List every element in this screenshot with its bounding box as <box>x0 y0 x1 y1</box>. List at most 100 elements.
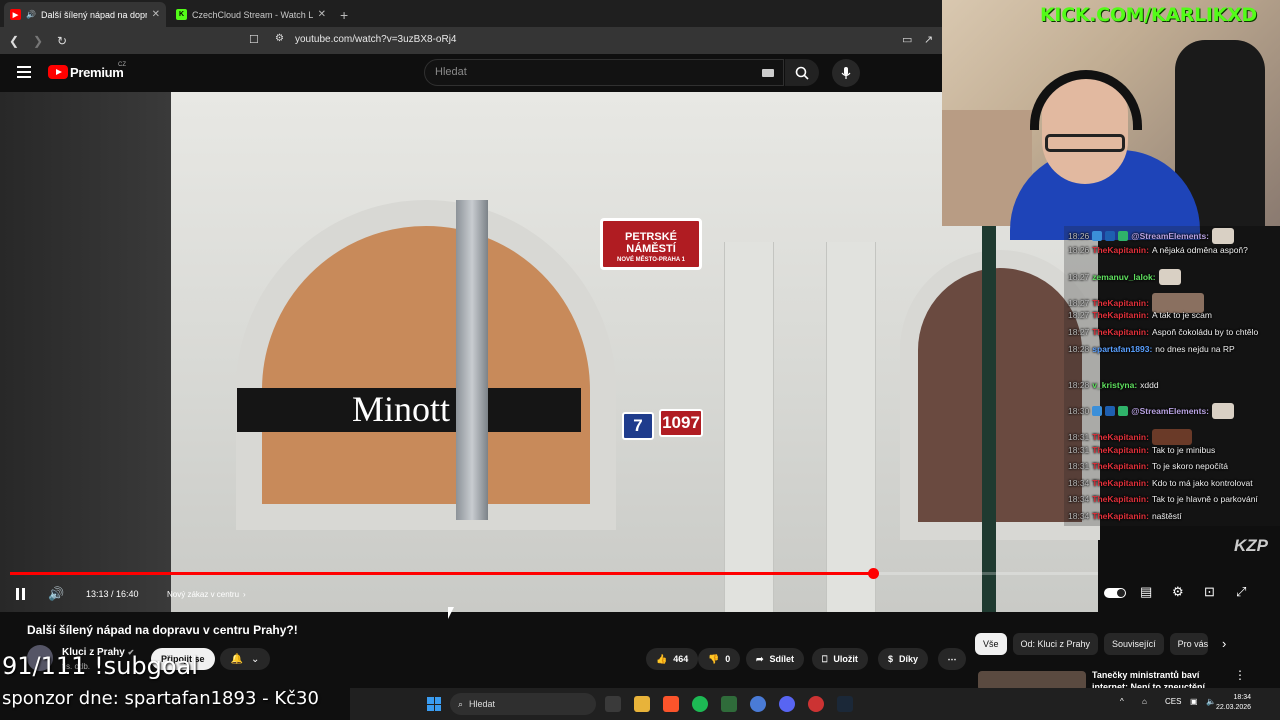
chip-all[interactable]: Vše <box>975 633 1007 655</box>
menu-icon[interactable] <box>17 66 31 81</box>
more-options-icon[interactable]: ⋮ <box>1234 668 1246 682</box>
settings-icon[interactable]: ⚙ <box>1172 584 1184 600</box>
chat-text: xddd <box>1140 380 1159 390</box>
chapter-button[interactable]: Nový zákaz v centru › <box>167 585 246 603</box>
input-language[interactable]: CES <box>1165 697 1181 706</box>
miniplayer-icon[interactable]: ⊡ <box>1204 584 1215 600</box>
chevron-right-icon[interactable]: › <box>1222 636 1226 651</box>
youtube-premium-brand[interactable]: Premium <box>70 65 124 80</box>
chat-message: 18:34 TheKapitanin: Tak to je hlavně o par… <box>1068 494 1258 504</box>
thanks-button[interactable]: $ Díky <box>878 648 929 670</box>
speaker-icon[interactable]: 🔈 <box>1206 697 1216 706</box>
seek-bar[interactable] <box>10 568 1098 579</box>
share-arrow-icon: ➦ <box>756 653 764 664</box>
tray-app-icon[interactable]: ⌂ <box>1142 697 1147 706</box>
brave-browser-icon[interactable] <box>663 696 679 712</box>
chat-text: A nějaká odměna aspoň? <box>1151 245 1248 255</box>
search-input[interactable] <box>435 66 735 78</box>
fullscreen-icon[interactable]: ⤢ <box>1236 584 1246 600</box>
chat-username[interactable]: TheKapitanin: <box>1092 310 1149 320</box>
tab-kick[interactable]: K CzechCloud Stream - Watch Live on Kick… <box>170 2 332 27</box>
share-icon[interactable]: ↗ <box>924 33 933 46</box>
windows-start-icon[interactable] <box>427 697 441 711</box>
steam-icon[interactable] <box>837 696 853 712</box>
pause-button[interactable] <box>14 585 26 603</box>
seek-handle[interactable] <box>867 568 879 579</box>
chat-username[interactable]: TheKapitanin: <box>1092 432 1149 442</box>
share-button[interactable]: ➦ Sdílet <box>746 648 805 670</box>
chip-for-you[interactable]: Pro vás <box>1169 633 1208 655</box>
back-icon[interactable]: ❮ <box>4 34 24 48</box>
chip-from-channel[interactable]: Od: Kluci z Prahy <box>1012 633 1099 655</box>
chip-related[interactable]: Související <box>1104 633 1164 655</box>
chat-username[interactable]: TheKapitanin: <box>1092 245 1149 255</box>
chat-username[interactable]: @StreamElements: <box>1131 406 1209 416</box>
search-button[interactable] <box>785 59 819 86</box>
mouse-cursor <box>448 607 454 619</box>
url-field[interactable]: youtube.com/watch?v=3uzBX8-oRj4 <box>295 34 456 45</box>
file-explorer-icon[interactable] <box>634 696 650 712</box>
related-filter-chips: Vše Od: Kluci z Prahy Související Pro vá… <box>975 633 1208 655</box>
chat-username[interactable]: spartafan1893: <box>1092 344 1152 354</box>
chat-timestamp: 18:27 <box>1068 310 1090 320</box>
chat-username[interactable]: TheKapitanin: <box>1092 327 1149 337</box>
street-lamp <box>982 226 996 612</box>
chat-message: 18:31 TheKapitanin: <box>1068 429 1192 445</box>
chat-timestamp: 18:34 <box>1068 478 1090 488</box>
site-info-icon[interactable]: ⚙ <box>275 33 284 44</box>
chat-username[interactable]: @StreamElements: <box>1131 231 1209 241</box>
subtitles-icon[interactable]: ▤ <box>1140 584 1152 600</box>
chat-text: Kdo to má jako kontrolovat <box>1151 478 1253 488</box>
chat-username[interactable]: v_kristyna: <box>1092 380 1137 390</box>
discord-icon[interactable] <box>779 696 795 712</box>
chat-username[interactable]: TheKapitanin: <box>1092 494 1149 504</box>
chat-username[interactable]: TheKapitanin: <box>1092 445 1149 455</box>
spotify-icon[interactable] <box>692 696 708 712</box>
close-tab-icon[interactable]: ✕ <box>318 9 326 20</box>
chat-timestamp: 18:26 <box>1068 245 1090 255</box>
youtube-favicon-icon: ▶ <box>10 9 21 20</box>
like-button[interactable]: 👍 464 <box>646 648 699 670</box>
autoplay-toggle[interactable] <box>1104 588 1126 598</box>
chat-message: 18:27 TheKapitanin: Aspoň čokoládu by to c… <box>1068 327 1258 337</box>
cast-icon[interactable]: ▭ <box>902 33 912 46</box>
volume-icon[interactable]: 🔊 <box>48 585 64 603</box>
chat-username[interactable]: TheKapitanin: <box>1092 461 1149 471</box>
screen: ▶ 🔊 Další šílený nápad na dopravu ✕ K Cz… <box>0 0 1280 720</box>
search-icon <box>795 66 809 80</box>
chat-message: 18:31 TheKapitanin: To je skoro nepočítá <box>1068 461 1228 471</box>
voice-search-button[interactable] <box>832 59 860 87</box>
bookmark-icon[interactable]: ☐ <box>249 33 259 46</box>
reload-icon[interactable]: ↻ <box>52 34 72 48</box>
chat-text: naštěstí <box>1151 511 1182 521</box>
taskbar-clock[interactable]: 18:34 22.03.2026 <box>1216 693 1251 713</box>
task-view-icon[interactable] <box>605 696 621 712</box>
youtube-logo-icon[interactable] <box>48 65 68 79</box>
chat-badge-icon <box>1092 406 1103 416</box>
chat-message: 18:30 @StreamElements: <box>1068 403 1235 419</box>
chat-username[interactable]: TheKapitanin: <box>1092 478 1149 488</box>
chat-timestamp: 18:26 <box>1068 231 1090 241</box>
tray-chevron-icon[interactable]: ^ <box>1120 697 1124 706</box>
tab-youtube[interactable]: ▶ 🔊 Další šílený nápad na dopravu ✕ <box>4 2 166 27</box>
chat-username[interactable]: TheKapitanin: <box>1092 511 1149 521</box>
forward-icon[interactable]: ❯ <box>28 34 48 48</box>
tab-title: CzechCloud Stream - Watch Live on Kick <box>192 9 313 20</box>
notifications-button[interactable]: 🔔 ⌄ <box>220 648 270 670</box>
chat-timestamp: 18:30 <box>1068 406 1090 416</box>
taskbar-search[interactable]: ⌕ Hledat <box>450 693 596 715</box>
microphone-icon <box>841 67 851 79</box>
app-icon[interactable] <box>808 696 824 712</box>
close-tab-icon[interactable]: ✕ <box>152 9 160 20</box>
chat-emote <box>1212 403 1235 419</box>
more-actions-icon[interactable]: ⋯ <box>938 648 966 670</box>
chat-username[interactable]: TheKapitanin: <box>1092 298 1149 308</box>
keyboard-icon[interactable] <box>762 69 774 77</box>
app-icon[interactable] <box>750 696 766 712</box>
chat-username[interactable]: zemanuv_lalok: <box>1092 272 1155 282</box>
dislike-button[interactable]: 👎 0 <box>698 648 741 670</box>
app-icon[interactable] <box>721 696 737 712</box>
save-button[interactable]: ⎕ Uložit <box>812 648 868 670</box>
network-icon[interactable]: ▣ <box>1190 697 1198 706</box>
new-tab-icon[interactable]: + <box>340 2 348 27</box>
